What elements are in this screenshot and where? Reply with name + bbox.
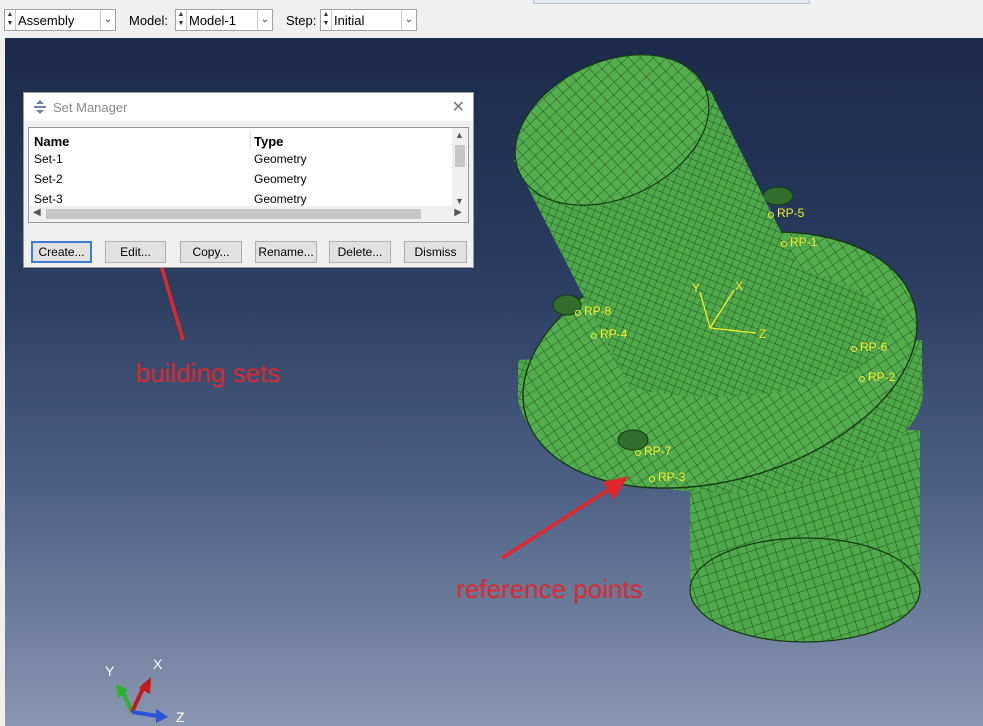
horizontal-scrollbar[interactable]: ◀ ▶ bbox=[29, 206, 468, 222]
rp-label[interactable]: RP-6 bbox=[860, 340, 888, 354]
scroll-left-icon[interactable]: ◀ bbox=[33, 207, 41, 218]
model-label: Model: bbox=[129, 13, 169, 28]
delete-button[interactable]: Delete... bbox=[329, 241, 391, 263]
global-z-label: Z bbox=[176, 709, 185, 725]
chevron-down-icon[interactable]: ⌄ bbox=[257, 10, 272, 30]
bolt-hole bbox=[762, 186, 794, 206]
column-header-name[interactable]: Name bbox=[34, 134, 69, 149]
chevron-down-icon[interactable]: ⌄ bbox=[100, 10, 115, 30]
rename-button[interactable]: Rename... bbox=[255, 241, 317, 263]
close-icon[interactable]: ✕ bbox=[452, 97, 465, 117]
global-triad bbox=[116, 677, 168, 723]
rp-label[interactable]: RP-5 bbox=[777, 206, 805, 220]
model-combo[interactable]: ▲ ▼ Model-1 ⌄ bbox=[175, 9, 273, 31]
global-y-label: Y bbox=[105, 663, 115, 679]
scroll-down-icon[interactable]: ▼ bbox=[455, 196, 464, 206]
dialog-titlebar[interactable]: Set Manager ✕ bbox=[24, 93, 473, 121]
sets-list[interactable]: Name Type Set-1 Geometry Set-2 Geometry … bbox=[28, 127, 469, 223]
step-combo[interactable]: ▲ ▼ Initial ⌄ bbox=[320, 9, 417, 31]
bolt-hole bbox=[552, 294, 582, 316]
spinner-icon[interactable]: ▲ ▼ bbox=[5, 10, 16, 30]
edit-button[interactable]: Edit... bbox=[105, 241, 166, 263]
vertical-scrollbar[interactable]: ▲ ▼ bbox=[452, 128, 468, 208]
dismiss-button[interactable]: Dismiss bbox=[404, 241, 467, 263]
toolbar-edge bbox=[533, 0, 810, 4]
rp-label[interactable]: RP-7 bbox=[644, 444, 672, 458]
create-button[interactable]: Create... bbox=[31, 241, 92, 263]
rp-label[interactable]: RP-3 bbox=[658, 470, 686, 484]
model-value: Model-1 bbox=[189, 13, 236, 28]
step-value: Initial bbox=[334, 13, 365, 28]
set-type: Geometry bbox=[254, 192, 307, 206]
spinner-icon[interactable]: ▲ ▼ bbox=[321, 10, 332, 30]
dialog-title: Set Manager bbox=[53, 100, 128, 115]
table-row[interactable]: Set-1 Geometry bbox=[29, 150, 454, 170]
scroll-right-icon[interactable]: ▶ bbox=[454, 207, 462, 218]
set-manager-icon bbox=[34, 100, 46, 114]
set-name: Set-3 bbox=[34, 192, 63, 206]
annotation-building-sets: building sets bbox=[136, 358, 281, 388]
chevron-down-icon[interactable]: ⌄ bbox=[401, 10, 416, 30]
context-toolbar: ▲ ▼ Assembly ⌄ Model: ▲ ▼ Model-1 ⌄ Step: … bbox=[0, 0, 983, 39]
global-x-label: X bbox=[153, 656, 163, 672]
set-type: Geometry bbox=[254, 172, 307, 186]
copy-button[interactable]: Copy... bbox=[180, 241, 242, 263]
step-label: Step: bbox=[286, 13, 317, 28]
module-value: Assembly bbox=[18, 13, 75, 28]
triad-x-label: X bbox=[735, 279, 743, 293]
triad-z-label: Z bbox=[759, 327, 766, 341]
triad-y-label: Y bbox=[692, 281, 700, 295]
scroll-thumb[interactable] bbox=[46, 209, 421, 219]
set-name: Set-1 bbox=[34, 152, 63, 166]
module-combo[interactable]: ▲ ▼ Assembly ⌄ bbox=[4, 9, 116, 31]
column-divider[interactable] bbox=[250, 131, 251, 149]
set-type: Geometry bbox=[254, 152, 307, 166]
table-row[interactable]: Set-2 Geometry bbox=[29, 170, 454, 190]
set-name: Set-2 bbox=[34, 172, 63, 186]
set-manager-dialog: Set Manager ✕ Name Type Set-1 Geometry S… bbox=[23, 92, 474, 268]
rp-label[interactable]: RP-8 bbox=[584, 304, 612, 318]
rp-label[interactable]: RP-2 bbox=[868, 370, 896, 384]
annotation-reference-points: reference points bbox=[456, 574, 643, 604]
rp-label[interactable]: RP-4 bbox=[600, 327, 628, 341]
rp-label[interactable]: RP-1 bbox=[790, 235, 818, 249]
scroll-thumb[interactable] bbox=[455, 145, 465, 167]
scroll-up-icon[interactable]: ▲ bbox=[455, 130, 464, 140]
spinner-icon[interactable]: ▲ ▼ bbox=[176, 10, 187, 30]
column-header-type[interactable]: Type bbox=[254, 134, 283, 149]
